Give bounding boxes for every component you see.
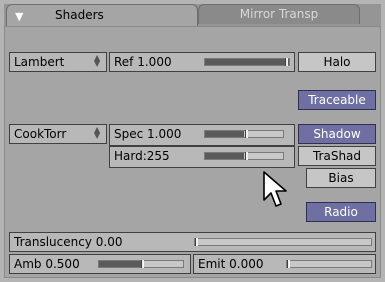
ref-value: 1.000 [137,55,172,69]
diffuse-shader-menu[interactable]: Lambert ▲ ▼ [9,52,107,72]
hard-track [204,152,284,160]
bias-button[interactable]: Bias [306,168,376,188]
specular-shader-menu[interactable]: CookTorr ▲ ▼ [9,124,107,144]
emit-label: Emit [198,257,230,271]
amb-track [98,260,184,268]
spec-label: Spec [114,127,148,141]
ref-slider[interactable]: Ref 1.000 [109,52,295,72]
tab-shaders-label: Shaders [55,8,104,22]
hard-value: 255 [146,149,170,163]
amb-slider[interactable]: Amb 0.500 [9,254,191,274]
collapse-triangle-icon[interactable]: ▼ [15,10,23,23]
diffuse-shader-label: Lambert [14,55,65,69]
amb-fill [99,261,141,267]
translucency-track [194,238,372,246]
mouse-pointer-icon [263,171,287,207]
amb-value: 0.500 [45,257,80,271]
traceable-button[interactable]: Traceable [298,90,376,110]
emit-value: 0.000 [229,257,264,271]
trashad-button[interactable]: TraShad [298,146,376,166]
amb-knob[interactable] [141,260,144,268]
tab-shaders[interactable]: ▼ Shaders [6,4,198,26]
hard-fill [205,153,244,159]
emit-knob[interactable] [287,260,290,268]
spec-track [204,130,284,138]
emit-track [286,260,372,268]
hard-slider[interactable]: Hard:255 [109,146,295,168]
spec-fill [205,131,244,137]
halo-button[interactable]: Halo [298,52,376,72]
shadow-button[interactable]: Shadow [298,124,376,144]
translucency-label: Translucency [14,235,96,249]
tab-mirror-transp[interactable]: Mirror Transp [198,4,360,24]
menu-arrows-icon: ▲ ▼ [94,125,101,140]
emit-slider[interactable]: Emit 0.000 [193,254,376,274]
ref-label: Ref [114,55,138,69]
amb-label: Amb [14,257,46,271]
hard-label: Hard: [114,149,147,163]
ref-fill [205,59,289,65]
specular-shader-label: CookTorr [14,127,67,141]
spec-value: 1.000 [147,127,182,141]
ref-knob[interactable] [285,58,288,66]
translucency-value: 0.00 [95,235,123,249]
translucency-knob[interactable] [195,238,198,246]
ref-track [204,58,290,66]
spec-knob[interactable] [245,130,248,138]
translucency-slider[interactable]: Translucency 0.00 [9,232,376,252]
menu-arrows-icon: ▲ ▼ [94,53,101,68]
spec-slider[interactable]: Spec 1.000 [109,124,295,146]
hard-knob[interactable] [245,152,248,160]
radio-button[interactable]: Radio [306,202,376,222]
